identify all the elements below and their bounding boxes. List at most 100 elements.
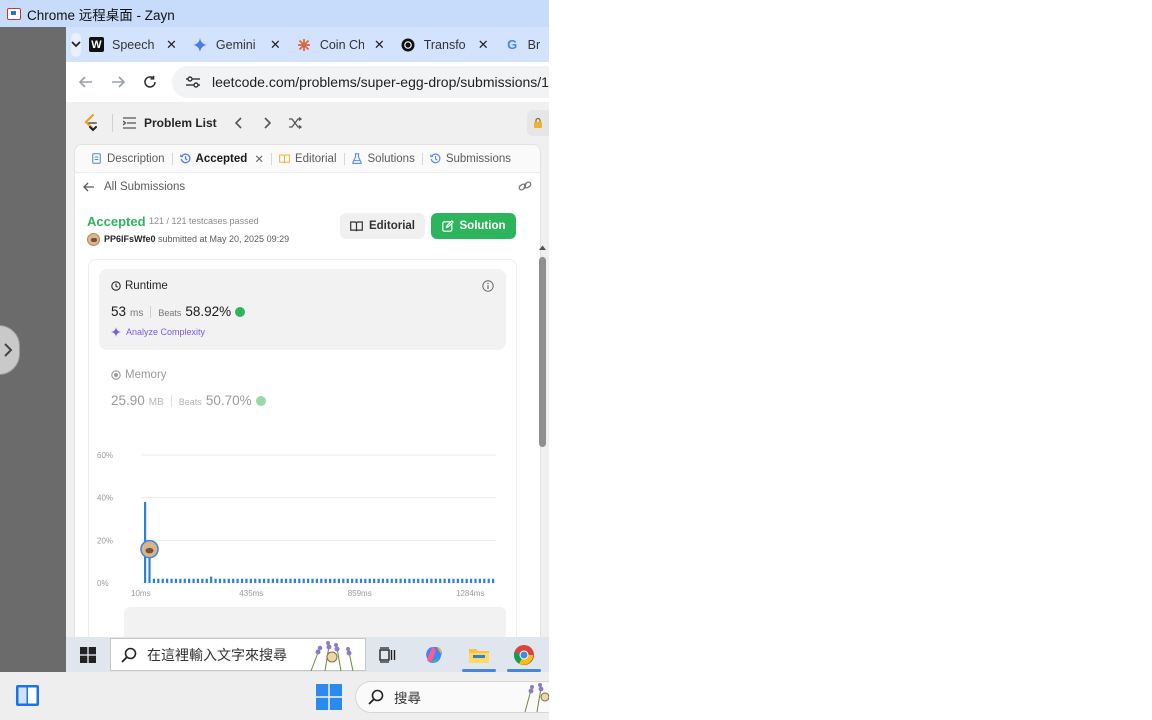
windows-start-icon[interactable]: [316, 684, 342, 710]
runtime-bar[interactable]: [373, 578, 376, 583]
runtime-bar[interactable]: [487, 578, 490, 583]
runtime-bar[interactable]: [236, 578, 239, 583]
runtime-bar[interactable]: [434, 578, 437, 583]
runtime-bar[interactable]: [210, 576, 213, 583]
runtime-bar[interactable]: [249, 578, 252, 583]
forward-button[interactable]: [102, 66, 134, 98]
tab-gemini[interactable]: Gemini ✕: [185, 27, 289, 62]
problem-list-button[interactable]: Problem List: [123, 116, 217, 130]
link-icon[interactable]: [518, 180, 532, 192]
random-problem-button[interactable]: [281, 109, 309, 137]
runtime-bar[interactable]: [201, 578, 204, 583]
tab-coin-chart[interactable]: Coin Ch ✕: [289, 27, 393, 62]
next-problem-button[interactable]: [253, 109, 281, 137]
back-button[interactable]: [70, 66, 102, 98]
runtime-bar[interactable]: [333, 578, 336, 583]
tab-description[interactable]: Description: [85, 145, 171, 173]
runtime-bar[interactable]: [188, 578, 191, 583]
runtime-bar[interactable]: [430, 578, 433, 583]
reload-button[interactable]: [134, 66, 166, 98]
runtime-bar[interactable]: [166, 578, 169, 583]
scrollbar-thumb[interactable]: [539, 257, 546, 447]
runtime-bar[interactable]: [456, 578, 459, 583]
runtime-bar[interactable]: [425, 578, 429, 583]
analyze-complexity-link[interactable]: Analyze Complexity: [111, 327, 205, 337]
address-bar[interactable]: leetcode.com/problems/super-egg-drop/sub…: [172, 66, 549, 98]
runtime-bar[interactable]: [306, 578, 310, 583]
close-icon[interactable]: ✕: [270, 37, 281, 53]
site-settings-icon[interactable]: [184, 73, 202, 91]
tab-search-button[interactable]: [71, 32, 81, 57]
widgets-icon[interactable]: [15, 683, 40, 708]
runtime-bar[interactable]: [227, 578, 230, 583]
close-icon[interactable]: ✕: [166, 37, 177, 53]
runtime-bar[interactable]: [452, 578, 455, 583]
runtime-bar[interactable]: [368, 578, 371, 583]
runtime-bar[interactable]: [443, 578, 446, 583]
solution-button[interactable]: Solution: [431, 213, 516, 239]
runtime-bar[interactable]: [302, 578, 305, 583]
scroll-up-icon[interactable]: [538, 244, 547, 252]
memory-title[interactable]: Memory: [111, 369, 167, 381]
runtime-bar[interactable]: [183, 578, 186, 583]
runtime-bar[interactable]: [439, 578, 442, 583]
runtime-bar[interactable]: [492, 578, 495, 583]
username[interactable]: PP6lFsWfe0: [104, 234, 156, 244]
avatar[interactable]: [87, 233, 100, 246]
runtime-bar[interactable]: [232, 578, 235, 583]
runtime-bar[interactable]: [262, 578, 266, 583]
runtime-bar[interactable]: [447, 578, 451, 583]
runtime-distribution-chart[interactable]: 60% 40% 20% 0% 10ms 435ms 859ms 1284ms: [89, 435, 518, 607]
runtime-bar[interactable]: [293, 578, 296, 583]
info-icon[interactable]: [482, 280, 494, 292]
runtime-bar[interactable]: [276, 578, 279, 583]
all-submissions-link[interactable]: All Submissions: [75, 173, 540, 201]
current-submission-marker[interactable]: [140, 539, 159, 559]
close-icon[interactable]: ✕: [254, 152, 264, 166]
runtime-bar[interactable]: [311, 578, 314, 583]
runtime-bar[interactable]: [478, 578, 481, 583]
runtime-bar[interactable]: [417, 578, 420, 583]
runtime-bar[interactable]: [342, 578, 345, 583]
runtime-bar[interactable]: [298, 578, 301, 583]
runtime-bar[interactable]: [381, 578, 385, 583]
tab-editorial[interactable]: Editorial: [273, 145, 343, 173]
runtime-bar[interactable]: [152, 578, 156, 583]
runtime-bar[interactable]: [192, 578, 195, 583]
runtime-bar[interactable]: [161, 578, 164, 583]
tab-google[interactable]: G Br: [497, 27, 549, 62]
close-icon[interactable]: ✕: [374, 37, 385, 53]
host-search-box[interactable]: 搜尋: [355, 681, 549, 713]
tab-solutions[interactable]: Solutions: [346, 145, 421, 173]
runtime-bar[interactable]: [205, 578, 208, 583]
runtime-bar[interactable]: [254, 578, 257, 583]
runtime-bar[interactable]: [337, 578, 341, 583]
runtime-bar[interactable]: [240, 578, 244, 583]
runtime-bar[interactable]: [355, 578, 358, 583]
runtime-bar[interactable]: [395, 578, 398, 583]
runtime-bar[interactable]: [174, 578, 178, 583]
page-scrollbar[interactable]: [538, 244, 547, 637]
tab-transformer[interactable]: Transfo ✕: [393, 27, 497, 62]
close-icon[interactable]: ✕: [478, 37, 489, 53]
runtime-bar[interactable]: [324, 578, 327, 583]
runtime-bar[interactable]: [218, 578, 222, 583]
tab-speech[interactable]: W Speech ✕: [81, 27, 185, 62]
premium-badge[interactable]: [527, 110, 549, 136]
runtime-bar[interactable]: [280, 578, 283, 583]
runtime-bar[interactable]: [469, 578, 473, 583]
copilot-icon[interactable]: [420, 641, 448, 669]
runtime-bar[interactable]: [377, 578, 380, 583]
runtime-bar[interactable]: [465, 578, 468, 583]
runtime-bar[interactable]: [196, 578, 200, 583]
runtime-bar[interactable]: [157, 578, 160, 583]
taskbar-search-box[interactable]: 在這裡輸入文字來搜尋: [110, 638, 366, 671]
runtime-bar[interactable]: [390, 578, 393, 583]
runtime-bar[interactable]: [421, 578, 424, 583]
leetcode-logo-icon[interactable]: [80, 112, 102, 134]
tab-submissions[interactable]: Submissions: [424, 145, 517, 173]
file-explorer-icon[interactable]: [465, 641, 493, 669]
runtime-bar[interactable]: [179, 578, 182, 583]
runtime-bar[interactable]: [170, 578, 173, 583]
previous-problem-button[interactable]: [225, 109, 253, 137]
